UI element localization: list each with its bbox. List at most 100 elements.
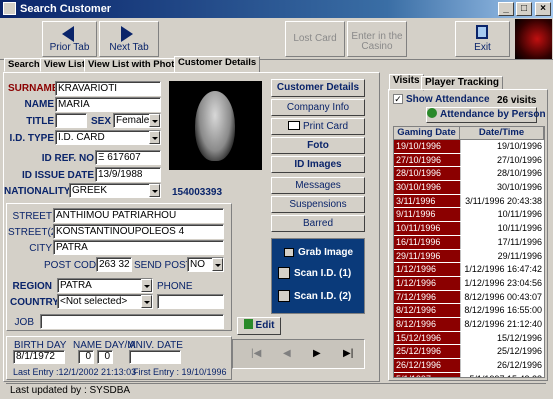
maximize-button[interactable]: □ [516,2,532,16]
street-field[interactable]: ANTHIMOU PATRIARHOU [53,208,224,223]
region-select[interactable]: PATRA [57,278,153,293]
table-row[interactable]: 19/10/199619/10/1996 22:05:18 [394,140,544,165]
nameday-month-field[interactable]: 0 [97,350,113,364]
scan-id-1-button[interactable]: Scan I.D. (1) [278,267,351,279]
city-field[interactable]: PATRA [53,240,224,255]
exit-button[interactable]: Exit [455,21,510,57]
nationality-select[interactable]: GREEK [69,183,161,198]
col-gaming-date[interactable]: Gaming Date [394,127,460,139]
table-row[interactable]: 27/10/199627/10/1996 00:12:36 [394,153,544,178]
company-info-button[interactable]: Company Info [271,99,365,116]
tab-customer-details[interactable]: Customer Details [174,56,261,73]
record-navigator: |◀ ◀ ▶ ▶| [232,339,365,369]
date-time-cell: 26/12/1996 04:26:14 [460,359,544,377]
date-time-cell: 5/1/1997 15:43:28 [460,372,544,377]
tab-player-tracking[interactable]: Player Tracking [421,76,503,90]
customer-details-button[interactable]: Customer Details [271,79,365,97]
postcode-field[interactable]: 263 32 [96,257,132,272]
table-row[interactable]: 29/11/199629/11/1996 23:52:51 [394,249,544,274]
scan-id-2-button[interactable]: Scan I.D. (2) [278,290,351,302]
messages-button[interactable]: Messages [271,177,365,194]
gaming-date-cell: 30/10/1996 [394,181,460,194]
id-images-button[interactable]: ID Images [271,156,365,173]
print-card-button[interactable]: Print Card [271,118,365,135]
chevron-down-icon[interactable] [149,184,160,197]
app-icon [3,2,16,15]
id-ref-field[interactable]: Ξ 617607 [95,150,161,165]
chevron-down-icon[interactable] [141,279,152,292]
chevron-down-icon[interactable] [149,114,160,127]
surname-field[interactable]: KRAVARIOTI [55,81,161,96]
table-row[interactable]: 28/10/199628/10/1996 16:59:57 [394,167,544,192]
last-record-button[interactable]: ▶| [343,348,353,359]
table-row[interactable]: 3/11/1996 3/11/1996 20:43:38 [394,194,544,209]
job-field[interactable] [40,314,224,329]
table-row[interactable]: 8/12/1996 8/12/1996 21:12:40 [394,317,544,332]
table-row[interactable]: 16/11/199617/11/1996 00:08:54 [394,235,544,261]
table-row[interactable]: 7/12/1996 8/12/1996 00:43:07 [394,290,544,305]
table-row[interactable]: 15/12/199615/12/1996 17:18:56 [394,331,544,356]
attendance-by-person-button[interactable]: Attendance by Person [426,107,546,123]
gaming-date-cell: 8/12/1996 [394,317,460,331]
sendpost-select[interactable]: NO [187,257,224,272]
next-tab-button[interactable]: Next Tab [99,21,159,57]
gaming-date-cell: 27/10/1996 [394,153,460,167]
table-row[interactable]: 30/10/199630/10/1996 23:10:32 [394,181,544,206]
street2-field[interactable]: KONSTANTINOUPOLEOS 4 [53,224,224,239]
tab-search[interactable]: Search [4,58,44,72]
aniv-field[interactable] [129,350,181,364]
next-record-button[interactable]: ▶ [313,348,321,359]
minimize-button[interactable]: _ [498,2,514,16]
gaming-date-cell: 3/11/1996 [394,194,460,208]
table-row[interactable]: 9/11/199610/11/1996 01:18:38 [394,208,544,233]
enter-casino-button[interactable]: Enter in the Casino [347,21,407,57]
prev-record-button[interactable]: ◀ [283,348,291,359]
first-record-button[interactable]: |◀ [251,348,261,359]
grid-header: Gaming Date Date/Time [394,127,544,140]
table-row[interactable]: 5/1/19975/1/1997 15:43:28 [394,372,544,377]
sendpost-label: SEND POST [134,260,192,271]
last-entry-text: Last Entry :12/1/2002 21:13:03 [13,367,137,377]
phone-field[interactable] [157,294,224,309]
grid-body: 19/10/199619/10/1996 22:05:1827/10/19962… [394,140,544,377]
title-field[interactable] [55,113,87,128]
region-label: REGION [12,281,52,292]
suspensions-button[interactable]: Suspensions [271,196,365,213]
grab-image-button[interactable]: Grab Image [284,247,353,258]
tab-view-list[interactable]: View List [40,58,90,72]
close-button[interactable]: × [535,2,551,16]
gaming-date-cell: 26/12/1996 [394,359,460,372]
prior-tab-button[interactable]: Prior Tab [42,21,97,57]
sex-select[interactable]: Female [113,113,161,128]
id-ref-label: ID REF. NO [41,153,94,164]
phone-label: PHONE [157,281,193,292]
table-row[interactable]: 1/12/1996 1/12/1996 16:47:42 [394,263,544,277]
nameday-day-field[interactable]: 0 [78,350,94,364]
table-row[interactable]: 26/12/199626/12/1996 04:26:14 [394,359,544,377]
postcode-label: POST CODE [44,260,103,271]
chevron-down-icon[interactable] [149,131,160,144]
country-select[interactable]: <Not selected> [57,294,153,309]
gaming-date-cell: 1/12/1996 [394,276,460,290]
table-row[interactable]: 1/12/1996 1/12/1996 23:04:56 [394,276,544,291]
lost-card-button[interactable]: Lost Card [285,21,345,57]
col-date-time[interactable]: Date/Time [460,127,544,139]
attendance-grid[interactable]: Gaming Date Date/Time 19/10/1996 19/10/19… [393,126,545,378]
table-row[interactable]: 8/12/1996 8/12/1996 16:55:00 [394,304,544,318]
table-row[interactable]: 10/11/199610/11/1996 20:52:11 [394,222,544,247]
gaming-date-cell: 28/10/1996 [394,167,460,181]
chevron-down-icon[interactable] [212,258,223,271]
edit-button[interactable]: Edit [237,317,281,335]
name-field[interactable]: MARIA [55,97,161,112]
show-attendance-checkbox[interactable]: ✓ [393,94,403,104]
id-type-select[interactable]: I.D. CARD [55,130,161,145]
id-issue-field[interactable]: 13/9/1988 [95,167,161,182]
gaming-date-cell: 7/12/1996 [394,290,460,304]
barred-button[interactable]: Barred [271,215,365,232]
birthday-field[interactable]: 8/1/1972 [13,350,65,364]
title-bar: Search Customer _ □ × [0,0,553,18]
table-row[interactable]: 25/12/199625/12/1996 19:21:20 [394,345,544,370]
foto-button[interactable]: Foto [271,137,365,154]
id-type-label: I.D. TYPE [9,133,54,144]
chevron-down-icon[interactable] [141,295,152,308]
